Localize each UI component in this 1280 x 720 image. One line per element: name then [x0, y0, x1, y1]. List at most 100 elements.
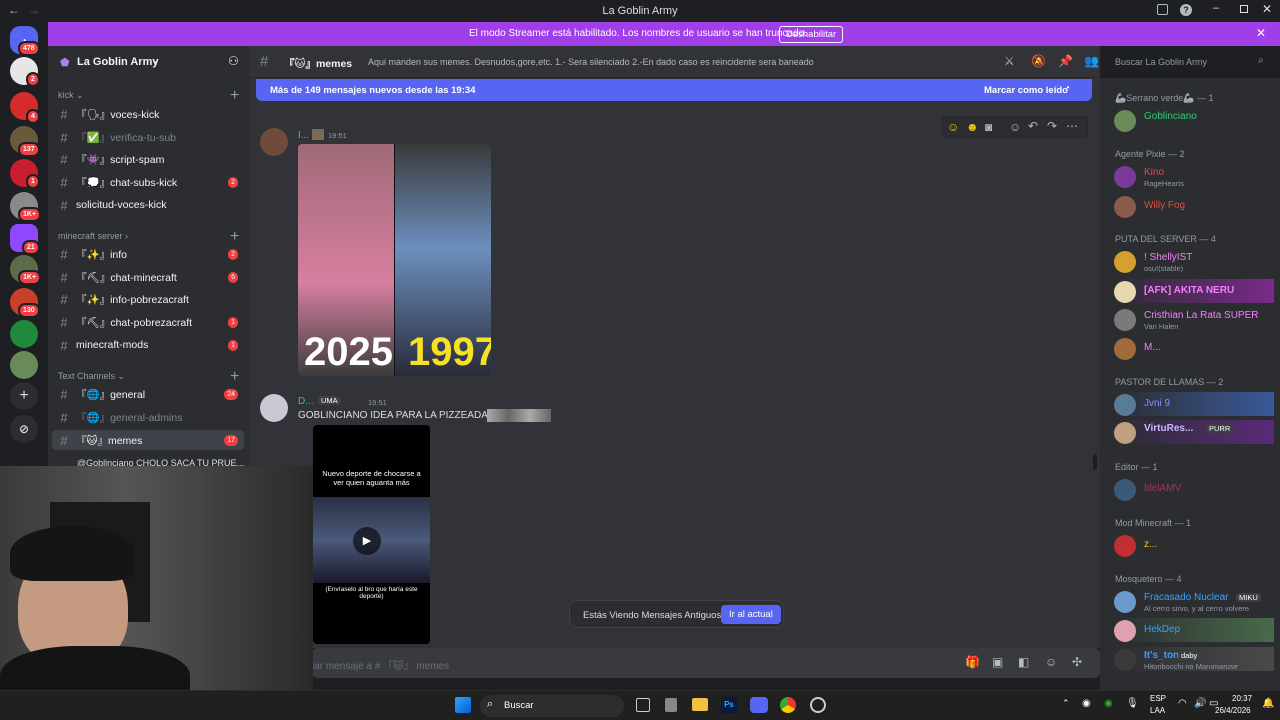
reply-icon[interactable]: ↶: [1028, 119, 1038, 133]
member-item[interactable]: Cristhian La Rata SUPER Van Halen: [1114, 307, 1274, 331]
emoji-icon[interactable]: ☺: [1045, 655, 1057, 669]
message-author[interactable]: D...: [298, 396, 314, 407]
member-item[interactable]: ! ShellyIST osu!(stable): [1114, 249, 1274, 273]
message-author[interactable]: I...: [298, 130, 309, 141]
member-item[interactable]: Kino RageHearts: [1114, 164, 1274, 188]
channel-script-spam[interactable]: # 『👾』script-spam: [52, 149, 244, 169]
channel-topic[interactable]: Aqui manden sus memes. Desnudos,gore,etc…: [368, 57, 814, 67]
channel-solicitud[interactable]: # solicitud-voces-kick: [52, 195, 244, 215]
close-window-icon[interactable]: ✕: [1262, 2, 1272, 16]
notifications-icon[interactable]: 🔔: [1262, 698, 1274, 709]
channel-info-pobrezacraft[interactable]: # 『✨』info-pobrezacraft: [52, 289, 244, 309]
wifi-icon[interactable]: ◠: [1178, 698, 1187, 709]
discover-icon[interactable]: ⊘: [10, 415, 38, 443]
member-item[interactable]: Goblinciano: [1114, 108, 1274, 132]
banner-close-icon[interactable]: ✕: [1256, 26, 1266, 40]
category-mc[interactable]: minecraft server ›: [58, 231, 128, 241]
help-icon[interactable]: ?: [1180, 4, 1192, 16]
member-item[interactable]: VirtuRes... PURR: [1114, 420, 1274, 444]
disable-streamer-button[interactable]: Deshabilitar: [779, 26, 844, 43]
pin-icon[interactable]: 📌: [1058, 54, 1073, 68]
reaction-custom-icon[interactable]: ◙: [985, 120, 992, 134]
rail-badge: 478: [18, 41, 40, 56]
guild-header[interactable]: ⬟ La Goblin Army ⌄ ⚇: [48, 46, 250, 78]
more-options-icon[interactable]: ⋯: [1066, 119, 1078, 133]
add-channel-icon[interactable]: +: [230, 87, 239, 105]
member-item[interactable]: Jvni 9: [1114, 392, 1274, 416]
tray-app-icon[interactable]: ◉: [1082, 698, 1091, 709]
app-icon[interactable]: [810, 697, 826, 713]
mic-icon[interactable]: 🎙: [1126, 698, 1139, 709]
channel-voces-kick[interactable]: # 『🗣』voces-kick: [52, 104, 244, 124]
photoshop-icon[interactable]: Ps: [721, 697, 737, 713]
channel-minecraft-mods[interactable]: # minecraft-mods 1: [52, 335, 244, 355]
lang-label[interactable]: ESP: [1150, 694, 1166, 703]
search-input[interactable]: Buscar La Goblin Army ⌕: [1108, 52, 1272, 72]
video-embed[interactable]: Nuevo deporte de chocarse a ver quien ag…: [313, 425, 430, 644]
goblin-server-icon[interactable]: [10, 351, 38, 379]
member-item[interactable]: M...: [1114, 336, 1274, 360]
meme-image[interactable]: 2025 1997: [298, 144, 491, 376]
tray-chevron-icon[interactable]: ⌃: [1062, 698, 1070, 709]
avatar: [1114, 535, 1136, 557]
channel-chat-pobrezacraft[interactable]: # 『⛏』chat-pobrezacraft 1: [52, 312, 244, 332]
member-item[interactable]: HekDep: [1114, 618, 1274, 642]
chrome-icon[interactable]: [780, 697, 796, 713]
file-explorer-icon[interactable]: [692, 698, 708, 711]
channel-general[interactable]: # 『🌐』general 24: [52, 384, 244, 404]
hash-icon: #: [60, 197, 68, 213]
channel-general-admins[interactable]: # 『🌐』general-admins: [52, 407, 244, 427]
add-member-icon[interactable]: ⚇: [228, 54, 239, 68]
gif-icon[interactable]: ▣: [992, 655, 1003, 669]
mark-read-button[interactable]: Marcar como leído: [984, 85, 1068, 96]
member-item[interactable]: [AFK] AKITA NERU: [1114, 279, 1274, 303]
volume-icon[interactable]: 🔊: [1194, 698, 1206, 709]
channel-chat-minecraft[interactable]: # 『⛏』chat-minecraft 6: [52, 267, 244, 287]
unread-badge: 2: [228, 248, 238, 260]
sticker-icon[interactable]: ◧: [1018, 655, 1029, 669]
add-server-icon[interactable]: +: [10, 382, 38, 410]
taskbar-search[interactable]: ⌕ Buscar: [480, 695, 624, 717]
app-icon[interactable]: [665, 698, 677, 712]
gift-icon[interactable]: 🎁: [965, 655, 980, 669]
channel-chat-subs[interactable]: # 『💭』chat-subs-kick 2: [52, 172, 244, 192]
member-item[interactable]: Willy Fog: [1114, 194, 1274, 218]
start-icon[interactable]: [455, 697, 471, 713]
task-view-icon[interactable]: [636, 698, 650, 712]
member-item[interactable]: ldelAMV: [1114, 477, 1274, 501]
avatar[interactable]: [260, 394, 288, 422]
apps-icon[interactable]: ✣: [1072, 655, 1082, 669]
discord-icon[interactable]: [750, 697, 768, 713]
inbox-icon[interactable]: [1157, 4, 1168, 15]
reaction-laugh-icon[interactable]: ☻: [966, 120, 979, 134]
window-title: La Goblin Army: [602, 5, 678, 17]
channel-verifica[interactable]: # 『✅』verifica-tu-sub: [52, 127, 244, 147]
forward-icon[interactable]: ↷: [1047, 119, 1057, 133]
scrollbar-thumb[interactable]: [1093, 454, 1097, 470]
clock-time[interactable]: 20:37: [1232, 694, 1252, 703]
maximize-icon[interactable]: [1240, 5, 1248, 13]
avatar[interactable]: [260, 128, 288, 156]
channel-memes[interactable]: # 『🐱』memes 17: [52, 430, 244, 450]
play-icon[interactable]: ▶: [353, 527, 381, 555]
member-item[interactable]: z...: [1114, 533, 1274, 557]
channel-label: 『⛏』chat-pobrezacraft: [76, 316, 193, 329]
category-kick[interactable]: kick ⌄: [58, 90, 84, 101]
server-icon[interactable]: [10, 320, 38, 348]
members-list-icon[interactable]: 👥: [1084, 54, 1099, 68]
member-item[interactable]: Fracasado Nuclear MIKU Al cerro sirvo, y a…: [1114, 589, 1274, 613]
message-composer[interactable]: iar mensaje a # 『🐱』 memes 🎁 ▣ ◧ ☺ ✣: [312, 648, 1100, 678]
member-item[interactable]: It's_tony daby Hitoribocchi no Marumaruse: [1114, 647, 1274, 671]
reaction-emoji-icon[interactable]: ☺: [947, 120, 959, 134]
window-titlebar: ← → La Goblin Army ? – ✕: [0, 0, 1280, 22]
role-icon: [312, 129, 324, 140]
category-text[interactable]: Text Channels ⌄: [58, 371, 125, 382]
jump-present-button[interactable]: Ir al actual: [721, 605, 781, 624]
tray-app-icon[interactable]: ◉: [1104, 698, 1113, 709]
mute-bell-icon[interactable]: 🔕: [1031, 54, 1046, 68]
threads-icon[interactable]: ⚔: [1004, 54, 1015, 68]
add-reaction-icon[interactable]: ☺: [1009, 120, 1021, 134]
channel-info[interactable]: # 『✨』info 2: [52, 244, 244, 264]
minimize-icon[interactable]: –: [1213, 2, 1219, 14]
new-messages-bar[interactable]: Más de 149 mensajes nuevos desde las 19:…: [256, 79, 1092, 101]
